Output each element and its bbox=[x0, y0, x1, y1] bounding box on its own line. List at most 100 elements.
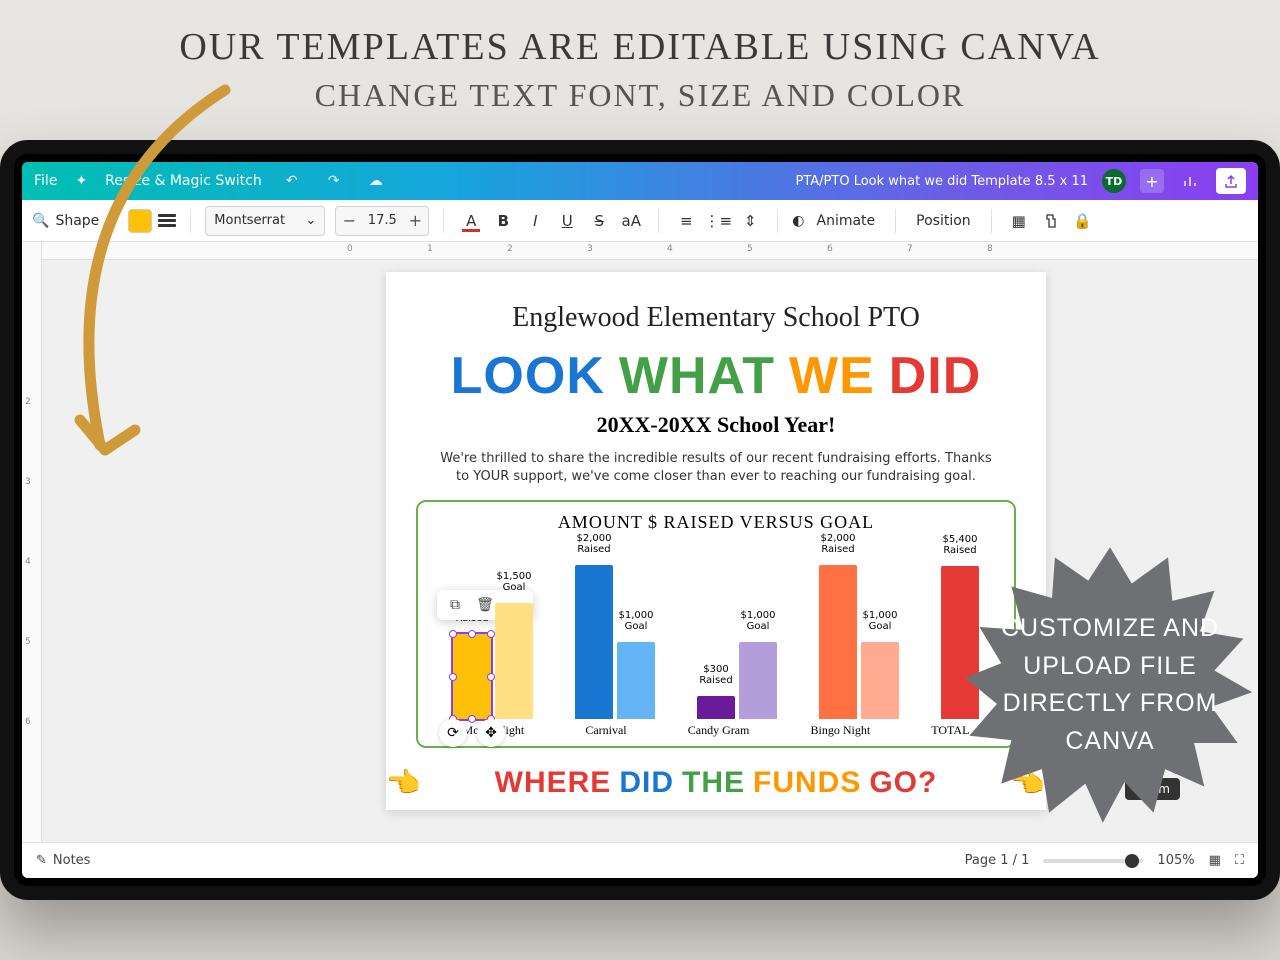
ruler-horizontal: 0 1 2 3 4 5 6 7 8 bbox=[42, 242, 1258, 260]
animate-button[interactable]: Animate bbox=[811, 213, 882, 229]
fill-color-swatch[interactable] bbox=[128, 209, 152, 233]
duplicate-icon[interactable]: ⧉ bbox=[445, 595, 465, 615]
bar-chart[interactable]: $1,100Raised⧉🗑⋯⟳✥$1,500Goal$2,000Raised$… bbox=[432, 539, 1000, 719]
title-word[interactable]: WHAT bbox=[619, 346, 775, 406]
file-menu[interactable]: File bbox=[34, 173, 57, 189]
animate-icon: ◐ bbox=[792, 213, 804, 229]
list-button[interactable]: ⋮≡ bbox=[705, 208, 731, 234]
redo-icon[interactable]: ↷ bbox=[322, 169, 346, 193]
chevron-down-icon: ⌄ bbox=[305, 213, 316, 228]
section2-word[interactable]: DID bbox=[619, 766, 674, 800]
sb-line3: DIRECTLY FROM bbox=[1003, 685, 1218, 723]
bar-group[interactable]: $1,100Raised⧉🗑⋯⟳✥$1,500Goal bbox=[453, 603, 533, 719]
promo-heading: OUR TEMPLATES ARE EDITABLE USING CANVA C… bbox=[0, 25, 1280, 114]
bar-goal[interactable]: $1,000Goal bbox=[739, 642, 777, 719]
move-icon[interactable]: ✥ bbox=[477, 719, 505, 747]
underline-button[interactable]: U bbox=[554, 208, 580, 234]
avatar[interactable]: TD bbox=[1102, 169, 1126, 193]
position-button[interactable]: Position bbox=[910, 213, 977, 229]
zoom-slider[interactable] bbox=[1043, 859, 1143, 863]
bar-raised[interactable]: $300Raised bbox=[697, 696, 735, 719]
selection-handle[interactable] bbox=[468, 630, 476, 638]
school-name[interactable]: Englewood Elementary School PTO bbox=[416, 302, 1016, 334]
rotate-icon[interactable]: ⟳ bbox=[439, 719, 467, 747]
font-size-value[interactable]: 17.5 bbox=[362, 213, 402, 228]
bar-group[interactable]: $300Raised$1,000Goal bbox=[697, 642, 777, 719]
zoom-handle[interactable] bbox=[1125, 854, 1139, 868]
notes-button[interactable]: ✎ Notes bbox=[36, 853, 90, 868]
body-text[interactable]: We're thrilled to share the incredible r… bbox=[416, 450, 1016, 486]
category-label: TOTAL bbox=[931, 723, 969, 738]
promo-line2: CHANGE TEXT FONT, SIZE AND COLOR bbox=[0, 77, 1280, 114]
bar-goal[interactable]: $1,000Goal bbox=[617, 642, 655, 719]
bar-label: $1,500Goal bbox=[497, 571, 532, 593]
zoom-value[interactable]: 105% bbox=[1157, 853, 1194, 868]
border-style-icon[interactable] bbox=[158, 214, 176, 227]
document-page[interactable]: Englewood Elementary School PTO LOOKWHAT… bbox=[386, 272, 1046, 810]
share-button[interactable] bbox=[1216, 168, 1246, 194]
align-button[interactable]: ≡ bbox=[673, 208, 699, 234]
selection-handle[interactable] bbox=[487, 630, 495, 638]
selection-handle[interactable] bbox=[449, 673, 457, 681]
bar-goal[interactable]: $1,500Goal bbox=[495, 603, 533, 719]
app-topbar: File ✦ Resize & Magic Switch ↶ ↷ ☁ PTA/P… bbox=[22, 162, 1258, 200]
transparency-icon[interactable]: ▦ bbox=[1006, 208, 1032, 234]
copy-style-icon[interactable] bbox=[1038, 208, 1064, 234]
chart-container[interactable]: AMOUNT $ RAISED VERSUS GOAL $1,100Raised… bbox=[416, 500, 1016, 748]
section2-word[interactable]: GO? bbox=[869, 766, 937, 800]
increase-size-button[interactable]: + bbox=[402, 211, 428, 230]
bar-label: $1,000Goal bbox=[863, 610, 898, 632]
italic-button[interactable]: I bbox=[522, 208, 548, 234]
bar-group[interactable]: $2,000Raised$1,000Goal bbox=[575, 565, 655, 720]
add-collaborator-button[interactable]: + bbox=[1140, 169, 1164, 193]
selection-handle[interactable] bbox=[449, 630, 457, 638]
cloud-sync-icon: ☁ bbox=[364, 169, 388, 193]
resize-menu[interactable]: Resize & Magic Switch bbox=[105, 173, 262, 189]
decrease-size-button[interactable]: − bbox=[336, 211, 362, 230]
shape-label: Shape bbox=[55, 213, 99, 229]
ruler-vertical: 2 3 4 5 6 bbox=[22, 242, 42, 842]
delete-icon[interactable]: 🗑 bbox=[475, 595, 495, 615]
section2-word[interactable]: FUNDS bbox=[753, 766, 861, 800]
category-label: Candy Gram bbox=[688, 723, 750, 738]
bold-button[interactable]: B bbox=[490, 208, 516, 234]
text-case-button[interactable]: aA bbox=[618, 208, 644, 234]
fullscreen-icon[interactable]: ⛶ bbox=[1235, 853, 1244, 868]
bar-label: $300Raised bbox=[699, 664, 732, 686]
grid-view-icon[interactable]: ▦ bbox=[1209, 853, 1221, 868]
analytics-icon[interactable] bbox=[1178, 169, 1202, 193]
strikethrough-button[interactable]: S bbox=[586, 208, 612, 234]
notes-icon: ✎ bbox=[36, 853, 47, 868]
bar-raised[interactable]: $2,000Raised bbox=[819, 565, 857, 720]
promo-starburst: CUSTOMIZE AND UPLOAD FILE DIRECTLY FROM … bbox=[965, 540, 1255, 830]
bar-goal[interactable]: $1,000Goal bbox=[861, 642, 899, 719]
title-word[interactable]: DID bbox=[889, 346, 982, 406]
title-word[interactable]: WE bbox=[789, 346, 875, 406]
subtitle[interactable]: 20XX-20XX School Year! bbox=[416, 412, 1016, 438]
chart-title[interactable]: AMOUNT $ RAISED VERSUS GOAL bbox=[432, 512, 1000, 533]
sb-line1: CUSTOMIZE AND bbox=[1001, 610, 1219, 648]
spacing-button[interactable]: ⇕ bbox=[737, 208, 763, 234]
promo-line1: OUR TEMPLATES ARE EDITABLE USING CANVA bbox=[0, 25, 1280, 69]
pointing-hand-left-icon: 👉 bbox=[386, 766, 422, 799]
lock-icon[interactable]: 🔒 bbox=[1070, 208, 1096, 234]
section2-word[interactable]: THE bbox=[682, 766, 745, 800]
bar-label: $2,000Raised bbox=[821, 533, 856, 555]
font-size-stepper[interactable]: − 17.5 + bbox=[335, 206, 429, 236]
document-title[interactable]: PTA/PTO Look what we did Template 8.5 x … bbox=[796, 174, 1088, 189]
font-family-select[interactable]: Montserrat ⌄ bbox=[205, 206, 325, 236]
section2-word[interactable]: WHERE bbox=[495, 766, 612, 800]
formatting-toolbar: 🔍 Shape Montserrat ⌄ − 17.5 + A B bbox=[22, 200, 1258, 242]
selection-handle[interactable] bbox=[487, 673, 495, 681]
bar-raised[interactable]: $1,100Raised⧉🗑⋯⟳✥ bbox=[453, 634, 491, 719]
main-title[interactable]: LOOKWHATWEDID bbox=[416, 346, 1016, 406]
page-indicator[interactable]: Page 1 / 1 bbox=[965, 853, 1030, 868]
search-icon[interactable]: 🔍 bbox=[32, 213, 49, 229]
magic-icon: ✦ bbox=[75, 173, 87, 189]
bar-raised[interactable]: $2,000Raised bbox=[575, 565, 613, 720]
text-color-icon[interactable]: A bbox=[458, 208, 484, 234]
bar-group[interactable]: $2,000Raised$1,000Goal bbox=[819, 565, 899, 720]
title-word[interactable]: LOOK bbox=[451, 346, 605, 406]
section-2-title[interactable]: 👉 👈 WHEREDIDTHEFUNDSGO? bbox=[416, 766, 1016, 800]
undo-icon[interactable]: ↶ bbox=[280, 169, 304, 193]
